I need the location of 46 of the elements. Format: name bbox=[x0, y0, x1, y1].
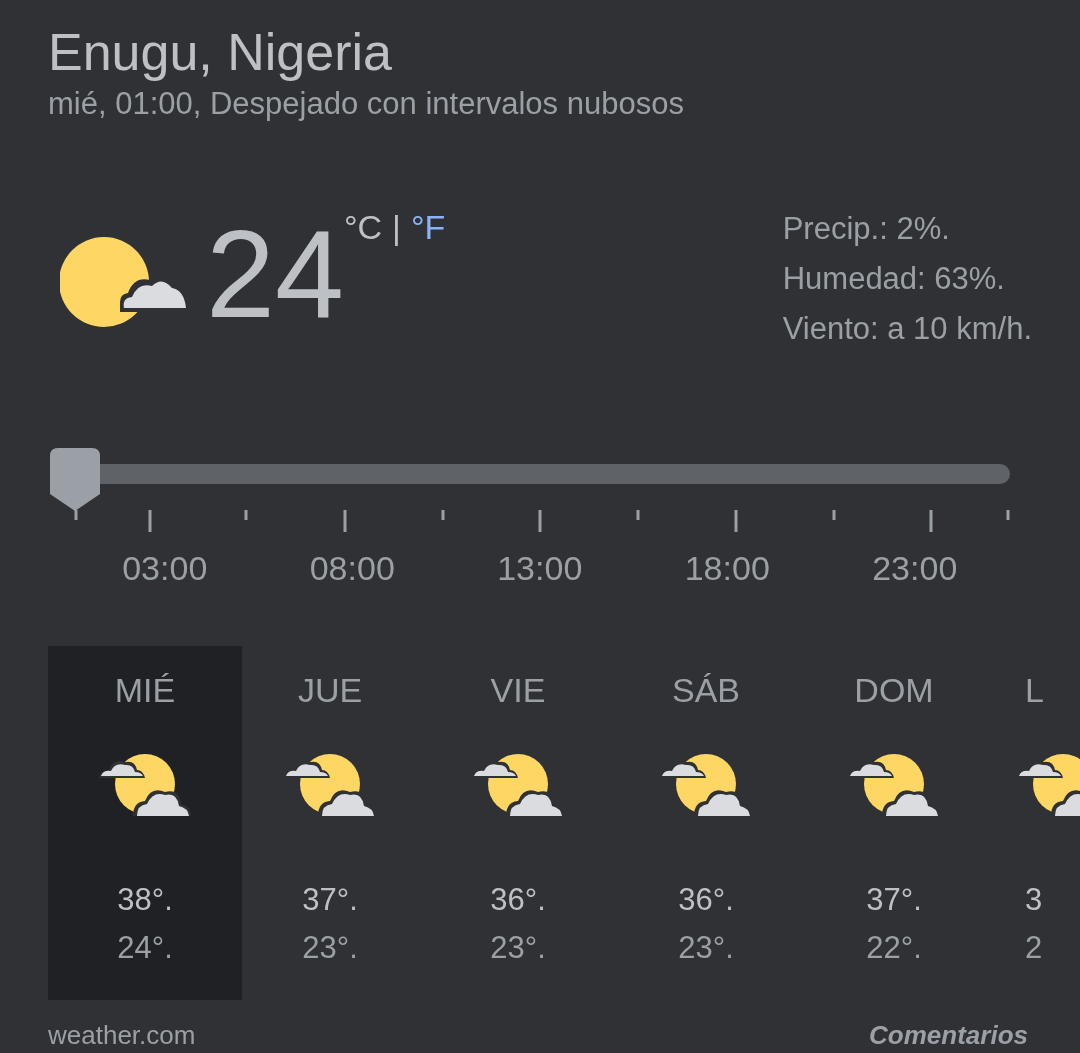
day-label: JUE bbox=[297, 670, 363, 711]
conditions-subtitle: mié, 01:00, Despejado con intervalos nubosos bbox=[48, 85, 684, 123]
hour-label: 03:00 bbox=[121, 548, 209, 588]
high-temperature: 37°. bbox=[866, 881, 922, 919]
sun-clouds-icon bbox=[99, 754, 191, 816]
temperature: 24 bbox=[206, 212, 344, 336]
high-temperature: 38°. bbox=[117, 881, 173, 919]
high-temperature: 37°. bbox=[302, 881, 358, 919]
hour-label: 23:00 bbox=[871, 548, 959, 588]
location-title: Enugu, Nigeria bbox=[48, 22, 392, 83]
low-temperature: 24°. bbox=[117, 929, 173, 967]
sun-clouds-icon bbox=[472, 754, 564, 816]
unit-label[interactable]: °C bbox=[343, 208, 383, 247]
day-label: L bbox=[1025, 670, 1044, 711]
day-label: VIE bbox=[490, 670, 546, 711]
hour-label: 08:00 bbox=[308, 548, 396, 588]
day-forecast[interactable]: VIE 36°. 23°. bbox=[424, 646, 612, 1000]
day-label: DOM bbox=[854, 670, 934, 711]
weather-detail: Humedad: 63%. bbox=[782, 260, 1006, 298]
feedback-link[interactable]: Comentarios bbox=[869, 1022, 1028, 1048]
low-temperature: 23°. bbox=[678, 929, 734, 967]
high-temperature: 36°. bbox=[678, 881, 734, 919]
day-label: MIÉ bbox=[114, 670, 176, 711]
unit-link[interactable]: °F bbox=[410, 208, 446, 247]
day-forecast[interactable]: L 3 2 bbox=[988, 646, 1080, 1000]
day-forecast[interactable]: MIÉ 38°. 24°. bbox=[48, 646, 242, 1000]
source-link[interactable]: weather.com bbox=[48, 1022, 196, 1048]
high-temperature: 36°. bbox=[490, 881, 546, 919]
sun-clouds-icon bbox=[660, 754, 752, 816]
sun-clouds-icon bbox=[848, 754, 940, 816]
sun-clouds-icon bbox=[284, 754, 376, 816]
low-temperature: 22°. bbox=[866, 929, 922, 967]
sun-cloud-icon bbox=[60, 236, 188, 328]
hour-label: 13:00 bbox=[496, 548, 584, 588]
weather-detail: Precip.: 2%. bbox=[782, 210, 951, 248]
day-forecast[interactable]: SÁB 36°. 23°. bbox=[612, 646, 800, 1000]
day-label: SÁB bbox=[671, 670, 740, 711]
low-temperature: 23°. bbox=[302, 929, 358, 967]
weather-detail: Viento: a 10 km/h. bbox=[782, 310, 1032, 348]
high-temperature: 3 bbox=[1025, 881, 1043, 919]
day-forecast[interactable]: DOM 37°. 22°. bbox=[800, 646, 988, 1000]
slider-thumb[interactable] bbox=[50, 448, 100, 512]
low-temperature: 2 bbox=[1025, 929, 1043, 967]
low-temperature: 23°. bbox=[490, 929, 546, 967]
hour-label: 18:00 bbox=[683, 548, 771, 588]
unit-separator: | bbox=[392, 208, 401, 247]
